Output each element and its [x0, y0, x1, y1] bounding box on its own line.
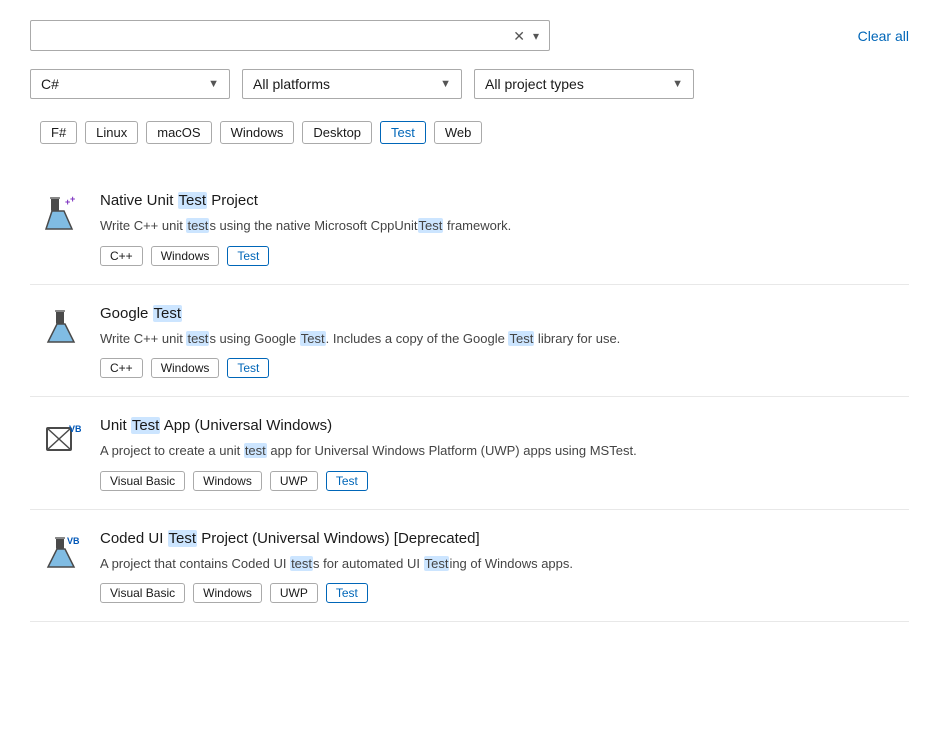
project-tag-visual-basic[interactable]: Visual Basic: [100, 471, 185, 491]
filter-row: C# ▼ All platforms ▼ All project types ▼: [30, 69, 909, 99]
tag-pill-desktop[interactable]: Desktop: [302, 121, 372, 144]
project-content-native-unit-test: Native Unit Test Project Write C++ unit t…: [100, 190, 899, 266]
project-list: + + Native Unit Test Project Write C++ un…: [30, 172, 909, 622]
project-item-unit-test-app-uwp[interactable]: VB Unit Test App (Universal Windows) A pr…: [30, 397, 909, 510]
highlight-text: Test: [300, 331, 326, 346]
tag-pill-web[interactable]: Web: [434, 121, 483, 144]
language-filter-label: C#: [41, 76, 59, 92]
tag-pill-linux[interactable]: Linux: [85, 121, 138, 144]
project-icon-native-unit-test: + +: [40, 192, 84, 236]
project-tag-windows[interactable]: Windows: [193, 583, 262, 603]
project-tags-native-unit-test: C++ Windows Test: [100, 246, 899, 266]
highlight-text: Test: [418, 218, 444, 233]
project-tag-windows[interactable]: Windows: [193, 471, 262, 491]
platform-filter-label: All platforms: [253, 76, 330, 92]
platform-filter[interactable]: All platforms ▼: [242, 69, 462, 99]
highlight-text: Test: [131, 417, 161, 434]
project-tag-windows[interactable]: Windows: [151, 358, 220, 378]
project-icon-unit-test-app-uwp: VB: [40, 417, 84, 461]
project-item-native-unit-test[interactable]: + + Native Unit Test Project Write C++ un…: [30, 172, 909, 285]
tags-row: F# Linux macOS Windows Desktop Test Web: [30, 121, 909, 144]
project-tag-test[interactable]: Test: [326, 471, 368, 491]
tag-pill-f#[interactable]: F#: [40, 121, 77, 144]
project-content-coded-ui-test-uwp: Coded UI Test Project (Universal Windows…: [100, 528, 899, 604]
highlight-text: test: [186, 218, 209, 233]
tag-pill-test[interactable]: Test: [380, 121, 426, 144]
highlight-text: Test: [168, 530, 198, 547]
search-row: test ✕ ▾ Clear all: [30, 20, 909, 51]
project-tag-c++[interactable]: C++: [100, 246, 143, 266]
highlight-text: test: [244, 443, 267, 458]
svg-text:VB: VB: [67, 536, 80, 546]
project-tag-windows[interactable]: Windows: [151, 246, 220, 266]
platform-filter-arrow: ▼: [440, 78, 451, 90]
project-icon-google-test: [40, 305, 84, 349]
project-icon-coded-ui-test-uwp: VB: [40, 530, 84, 574]
project-title-native-unit-test: Native Unit Test Project: [100, 190, 899, 211]
highlight-text: test: [186, 331, 209, 346]
project-tags-unit-test-app-uwp: Visual Basic Windows UWP Test: [100, 471, 899, 491]
highlight-text: test: [290, 556, 313, 571]
highlight-text: Test: [178, 192, 208, 209]
project-tag-uwp[interactable]: UWP: [270, 471, 318, 491]
svg-text:VB: VB: [69, 424, 81, 434]
project-tags-coded-ui-test-uwp: Visual Basic Windows UWP Test: [100, 583, 899, 603]
project-item-google-test[interactable]: Google Test Write C++ unit tests using Go…: [30, 285, 909, 398]
tag-pill-macos[interactable]: macOS: [146, 121, 211, 144]
highlight-text: Test: [508, 331, 534, 346]
project-tags-google-test: C++ Windows Test: [100, 358, 899, 378]
highlight-text: Test: [424, 556, 450, 571]
project-tag-visual-basic[interactable]: Visual Basic: [100, 583, 185, 603]
tag-pill-windows[interactable]: Windows: [220, 121, 295, 144]
project-title-google-test: Google Test: [100, 303, 899, 324]
clear-all-button[interactable]: Clear all: [858, 28, 909, 44]
language-filter-arrow: ▼: [208, 78, 219, 90]
project-content-google-test: Google Test Write C++ unit tests using Go…: [100, 303, 899, 379]
project-type-filter[interactable]: All project types ▼: [474, 69, 694, 99]
svg-text:+: +: [70, 195, 75, 204]
project-content-unit-test-app-uwp: Unit Test App (Universal Windows) A proje…: [100, 415, 899, 491]
project-tag-test[interactable]: Test: [227, 246, 269, 266]
project-desc-native-unit-test: Write C++ unit tests using the native Mi…: [100, 216, 899, 236]
project-title-unit-test-app-uwp: Unit Test App (Universal Windows): [100, 415, 899, 436]
project-item-coded-ui-test-uwp[interactable]: VB Coded UI Test Project (Universal Wind…: [30, 510, 909, 623]
highlight-text: Test: [153, 305, 183, 322]
project-title-coded-ui-test-uwp: Coded UI Test Project (Universal Windows…: [100, 528, 899, 549]
project-desc-unit-test-app-uwp: A project to create a unit test app for …: [100, 441, 899, 461]
clear-search-icon[interactable]: ✕: [513, 29, 525, 43]
project-tag-uwp[interactable]: UWP: [270, 583, 318, 603]
project-tag-test[interactable]: Test: [326, 583, 368, 603]
project-type-filter-label: All project types: [485, 76, 584, 92]
project-tag-test[interactable]: Test: [227, 358, 269, 378]
search-box: test ✕ ▾: [30, 20, 550, 51]
project-tag-c++[interactable]: C++: [100, 358, 143, 378]
language-filter[interactable]: C# ▼: [30, 69, 230, 99]
project-desc-google-test: Write C++ unit tests using Google Test. …: [100, 329, 899, 349]
search-dropdown-icon[interactable]: ▾: [533, 29, 539, 43]
search-icons: ✕ ▾: [513, 29, 539, 43]
search-input[interactable]: test: [41, 27, 513, 44]
project-type-filter-arrow: ▼: [672, 78, 683, 90]
project-desc-coded-ui-test-uwp: A project that contains Coded UI tests f…: [100, 554, 899, 574]
